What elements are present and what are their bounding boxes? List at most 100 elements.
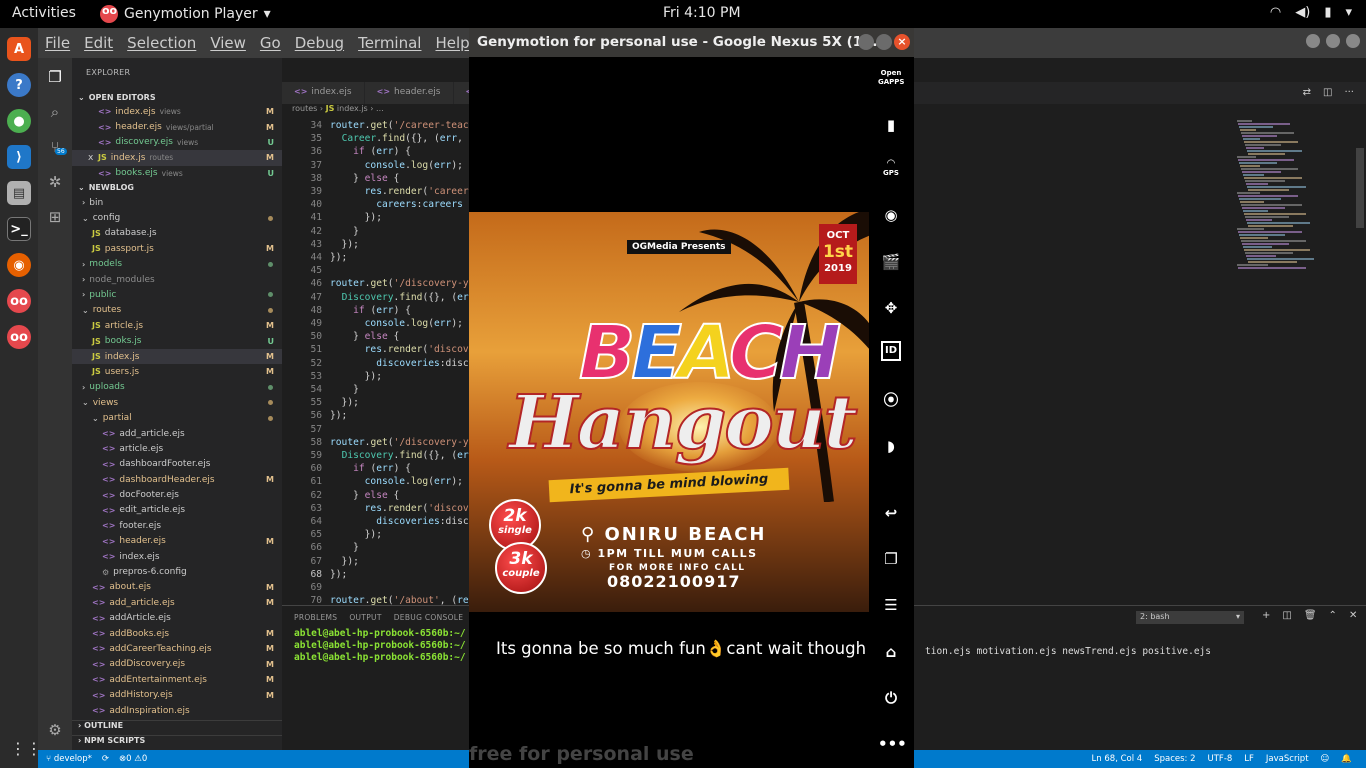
battery-widget-icon[interactable]: ▮ <box>878 112 904 138</box>
open-editor-item[interactable]: <> index.ejs views M <box>72 104 282 119</box>
source-control-icon[interactable]: ⑂ 56 <box>45 138 67 158</box>
genymotion-icon[interactable]: oo <box>7 289 31 313</box>
trash-icon[interactable]: 🗑 <box>1304 610 1317 621</box>
event-flyer-image[interactable]: OGMedia Presents OCT 1st 2019 BEACH Hang… <box>469 212 869 612</box>
problems-status[interactable]: ⊗0 ⚠0 <box>119 754 147 764</box>
terminal-select[interactable]: 2: bash ▾ <box>1136 611 1244 624</box>
disk-io-icon[interactable]: ⦿ <box>878 387 904 413</box>
tree-folder[interactable]: › bin <box>72 195 282 210</box>
feedback-icon[interactable]: ☺ <box>1321 754 1330 764</box>
capture-icon[interactable]: 🎬 <box>878 249 904 275</box>
tree-file[interactable]: <> header.ejs M <box>72 534 282 549</box>
tree-file[interactable]: <> article.ejs <box>72 441 282 456</box>
maximize-button[interactable] <box>876 34 892 50</box>
android-screen[interactable]: OGMedia Presents OCT 1st 2019 BEACH Hang… <box>469 57 869 768</box>
close-panel-icon[interactable]: ✕ <box>1349 610 1357 621</box>
device-id-button[interactable]: ID <box>881 341 901 361</box>
line-ending[interactable]: LF <box>1244 754 1254 764</box>
cursor-position[interactable]: Ln 68, Col 4 <box>1092 754 1143 764</box>
tree-file[interactable]: <> docFooter.ejs <box>72 487 282 502</box>
tree-file[interactable]: <> addEntertainment.ejs M <box>72 672 282 687</box>
activities-button[interactable]: Activities <box>12 5 76 21</box>
open-editor-item[interactable]: <> discovery.ejs views U <box>72 135 282 150</box>
tab-header-ejs[interactable]: <> header.ejs <box>364 82 454 104</box>
open-editors-section[interactable]: ⌄ OPEN EDITORS <box>72 90 282 104</box>
tree-folder[interactable]: ⌄ config <box>72 210 282 225</box>
outline-section[interactable]: › OUTLINE <box>72 720 282 735</box>
tree-folder[interactable]: › models <box>72 257 282 272</box>
tree-folder[interactable]: › node_modules <box>72 272 282 287</box>
software-center-icon[interactable]: A <box>7 37 31 61</box>
vscode-icon[interactable]: ⟩ <box>7 145 31 169</box>
tree-file[interactable]: <> addDiscovery.ejs M <box>72 657 282 672</box>
more-options-icon[interactable]: ••• <box>878 731 907 757</box>
tab-debug-console[interactable]: DEBUG CONSOLE <box>394 613 464 622</box>
open-editor-item[interactable]: <> books.ejs views U <box>72 166 282 181</box>
new-terminal-icon[interactable]: + <box>1262 610 1270 621</box>
tree-folder[interactable]: › uploads <box>72 380 282 395</box>
dpad-move-icon[interactable]: ✥ <box>878 295 904 321</box>
firefox-icon[interactable]: ◉ <box>7 253 31 277</box>
debug-icon[interactable]: ✲ <box>45 173 65 193</box>
search-icon[interactable]: ⌕ <box>45 103 65 123</box>
more-actions-icon[interactable]: ··· <box>1344 87 1354 98</box>
tree-file[interactable]: JS index.js M <box>72 348 282 365</box>
tree-file[interactable]: <> addHistory.ejs M <box>72 687 282 702</box>
breadcrumb-folder[interactable]: routes <box>292 104 317 113</box>
help-icon[interactable]: ? <box>7 73 31 97</box>
terminal-icon[interactable]: >_ <box>7 217 31 241</box>
open-gapps-button[interactable]: Open GAPPS <box>878 69 904 95</box>
tree-file[interactable]: <> about.ejs M <box>72 580 282 595</box>
recent-apps-icon[interactable]: ❐ <box>878 546 904 572</box>
tree-folder[interactable]: ⌄ partial <box>72 410 282 425</box>
language-mode[interactable]: JavaScript <box>1266 754 1309 764</box>
tab-index-ejs[interactable]: <> index.ejs <box>282 82 365 104</box>
menu-terminal[interactable]: Terminal <box>358 34 421 52</box>
breadcrumb-file[interactable]: index.js <box>337 104 368 113</box>
open-editor-item[interactable]: <> header.ejs views/partial M <box>72 119 282 134</box>
tree-file[interactable]: <> add_article.ejs M <box>72 595 282 610</box>
tree-file[interactable]: JS article.js M <box>72 318 282 333</box>
tree-file[interactable]: <> edit_article.ejs <box>72 503 282 518</box>
sync-icon[interactable]: ⟳ <box>102 754 109 764</box>
clock[interactable]: Fri 4:10 PM <box>663 5 741 21</box>
app-menu[interactable]: Genymotion Player ▾ <box>100 4 271 23</box>
tree-file[interactable]: <> addInspiration.ejs <box>72 703 282 718</box>
chevron-up-icon[interactable]: ⌃ <box>1329 610 1337 621</box>
notifications-icon[interactable]: 🔔 <box>1341 754 1352 764</box>
close-button[interactable]: × <box>894 34 910 50</box>
split-editor-icon[interactable]: ◫ <box>1323 87 1332 98</box>
menu-debug[interactable]: Debug <box>295 34 344 52</box>
tree-file[interactable]: <> addBooks.ejs M <box>72 626 282 641</box>
extensions-icon[interactable]: ⊞ <box>45 208 65 228</box>
tree-file[interactable]: JS books.js U <box>72 333 282 348</box>
tree-file[interactable]: JS users.js M <box>72 364 282 379</box>
tree-folder[interactable]: › public <box>72 287 282 302</box>
branch-status[interactable]: ⑂ develop* <box>46 754 92 764</box>
file-manager-icon[interactable]: ▤ <box>7 181 31 205</box>
tree-file[interactable]: <> addArticle.ejs <box>72 611 282 626</box>
npm-scripts-section[interactable]: › NPM SCRIPTS <box>72 735 282 750</box>
menu-help[interactable]: Help <box>435 34 469 52</box>
editor-scrollbar[interactable] <box>1356 148 1364 228</box>
tab-problems[interactable]: PROBLEMS <box>294 613 337 622</box>
open-editor-item[interactable]: x JS index.js routes M <box>72 150 282 166</box>
tree-file[interactable]: JS passport.js M <box>72 241 282 256</box>
system-tray[interactable]: ◠ ◀) ▮ ▾ <box>1270 5 1352 20</box>
explorer-icon[interactable]: ❐ <box>45 68 65 88</box>
tree-file[interactable]: <> dashboardFooter.ejs <box>72 457 282 472</box>
split-terminal-icon[interactable]: ◫ <box>1282 610 1291 621</box>
compare-icon[interactable]: ⇄ <box>1303 87 1311 98</box>
power-icon[interactable]: ⏻ <box>878 685 904 711</box>
tree-file[interactable]: JS database.js <box>72 226 282 241</box>
tree-folder[interactable]: ⌄ routes <box>72 303 282 318</box>
settings-gear-icon[interactable]: ⚙ <box>45 721 65 741</box>
tree-folder[interactable]: ⌄ views <box>72 395 282 410</box>
breadcrumb[interactable]: routes › JS index.js › ... <box>282 104 384 118</box>
close-editor-icon[interactable]: x <box>88 153 98 163</box>
menu-selection[interactable]: Selection <box>127 34 196 52</box>
home-icon[interactable]: ⌂ <box>878 639 904 665</box>
menu-icon[interactable]: ☰ <box>878 592 904 618</box>
genymotion-title-bar[interactable]: Genymotion for personal use - Google Nex… <box>469 28 914 57</box>
minimap[interactable] <box>1237 120 1317 280</box>
